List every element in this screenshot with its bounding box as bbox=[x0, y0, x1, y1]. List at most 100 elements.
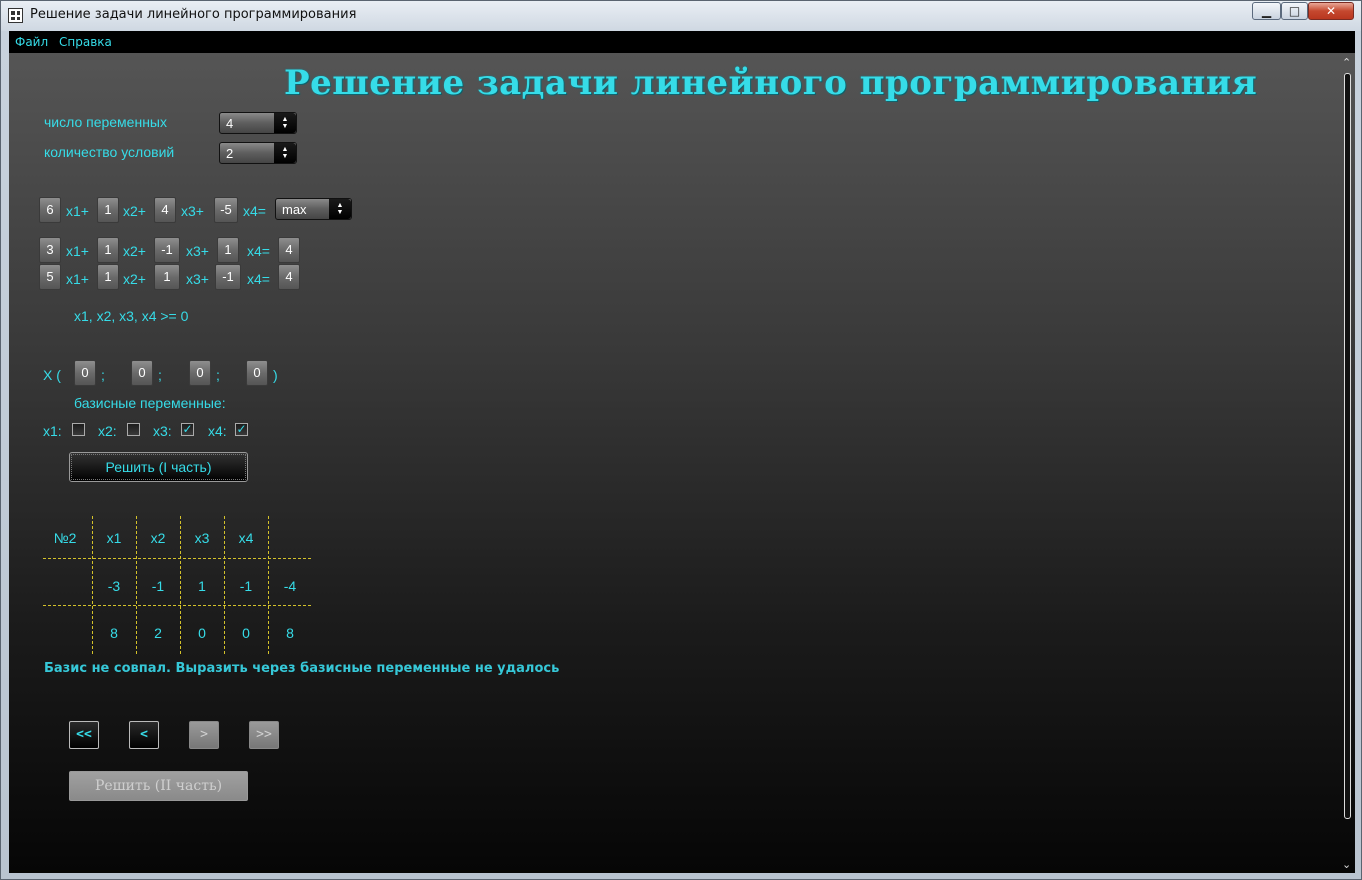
minimize-button[interactable]: ▁ bbox=[1252, 2, 1281, 20]
table-divider bbox=[92, 516, 93, 654]
constraint2-coef-4[interactable]: -1 bbox=[215, 264, 241, 290]
nav-next-button[interactable]: > bbox=[189, 721, 219, 749]
table-cell: 8 bbox=[110, 625, 118, 641]
table-divider bbox=[43, 605, 311, 606]
basis-label-x1: x1: bbox=[43, 423, 62, 439]
table-header: x1 bbox=[106, 530, 122, 546]
point-sep-1: ; bbox=[101, 367, 105, 383]
app-icon bbox=[8, 8, 23, 23]
table-cell: 2 bbox=[154, 625, 162, 641]
variables-value: 4 bbox=[226, 116, 234, 131]
table-divider bbox=[180, 516, 181, 654]
maximize-button[interactable]: □ bbox=[1281, 2, 1308, 20]
table-cell: 0 bbox=[198, 625, 206, 641]
constraint1-rhs[interactable]: 4 bbox=[278, 237, 300, 263]
main-panel: Решение задачи линейного программировани… bbox=[9, 53, 1355, 873]
menu-bar: Файл Справка bbox=[9, 31, 1355, 53]
constraint2-term-4: x4= bbox=[247, 271, 270, 287]
vertical-scrollbar[interactable]: ⌃ ⌄ bbox=[1339, 53, 1355, 873]
page-title: Решение задачи линейного программировани… bbox=[284, 63, 1258, 103]
spinner-arrows-icon[interactable]: ▲ ▼ bbox=[274, 113, 296, 133]
point-x3[interactable]: 0 bbox=[189, 360, 211, 386]
constraint2-term-1: x1+ bbox=[66, 271, 89, 287]
table-cell: -3 bbox=[107, 578, 121, 594]
basis-title: базисные переменные: bbox=[74, 395, 226, 411]
menu-help[interactable]: Справка bbox=[59, 35, 112, 49]
basis-checkbox-x1[interactable] bbox=[72, 423, 85, 436]
goal-select[interactable]: max ▲ ▼ bbox=[275, 198, 352, 220]
variables-label: число переменных bbox=[44, 114, 167, 130]
goal-value: max bbox=[282, 202, 307, 217]
basis-checkbox-x3[interactable]: ✓ bbox=[181, 423, 194, 436]
conditions-spinner[interactable]: 2 ▲ ▼ bbox=[219, 142, 297, 164]
nav-first-button[interactable]: << bbox=[69, 721, 99, 749]
scroll-up-icon[interactable]: ⌃ bbox=[1342, 56, 1351, 69]
conditions-label: количество условий bbox=[44, 144, 175, 160]
menu-file[interactable]: Файл bbox=[15, 35, 48, 49]
point-close: ) bbox=[273, 367, 278, 383]
table-divider bbox=[268, 516, 269, 654]
scroll-thumb[interactable] bbox=[1344, 73, 1351, 819]
objective-term-1: x1+ bbox=[66, 203, 89, 219]
app-window: Решение задачи линейного программировани… bbox=[0, 0, 1362, 880]
select-arrows-icon[interactable]: ▲ ▼ bbox=[329, 199, 351, 219]
title-bar: Решение задачи линейного программировани… bbox=[1, 1, 1361, 31]
spinner-arrows-icon[interactable]: ▲ ▼ bbox=[274, 143, 296, 163]
constraint1-term-1: x1+ bbox=[66, 243, 89, 259]
objective-coef-4[interactable]: -5 bbox=[214, 197, 238, 223]
table-cell: 0 bbox=[242, 625, 250, 641]
scroll-down-icon[interactable]: ⌄ bbox=[1342, 858, 1351, 871]
table-cell: -4 bbox=[283, 578, 297, 594]
constraint2-coef-1[interactable]: 5 bbox=[39, 264, 61, 290]
constraint2-term-2: x2+ bbox=[123, 271, 146, 287]
point-x2[interactable]: 0 bbox=[131, 360, 153, 386]
objective-coef-2[interactable]: 1 bbox=[97, 197, 119, 223]
objective-term-2: x2+ bbox=[123, 203, 146, 219]
variables-spinner[interactable]: 4 ▲ ▼ bbox=[219, 112, 297, 134]
nav-prev-button[interactable]: < bbox=[129, 721, 159, 749]
basis-checkbox-x2[interactable] bbox=[127, 423, 140, 436]
point-x1[interactable]: 0 bbox=[74, 360, 96, 386]
table-cell: 1 bbox=[198, 578, 206, 594]
table-cell: -1 bbox=[151, 578, 165, 594]
check-icon: ✓ bbox=[236, 422, 247, 436]
solve-part2-button[interactable]: Решить (II часть) bbox=[69, 771, 248, 801]
nav-last-button[interactable]: >> bbox=[249, 721, 279, 749]
point-open: X ( bbox=[43, 367, 61, 383]
table-divider bbox=[136, 516, 137, 654]
table-header: x2 bbox=[150, 530, 166, 546]
objective-coef-3[interactable]: 4 bbox=[154, 197, 176, 223]
basis-label-x4: x4: bbox=[208, 423, 227, 439]
table-cell: -1 bbox=[239, 578, 253, 594]
table-cell: 8 bbox=[286, 625, 294, 641]
point-sep-2: ; bbox=[158, 367, 162, 383]
table-divider bbox=[43, 558, 311, 559]
constraint2-coef-3[interactable]: 1 bbox=[154, 264, 180, 290]
window-title: Решение задачи линейного программировани… bbox=[30, 7, 357, 22]
table-corner: №2 bbox=[53, 530, 77, 546]
table-header: x4 bbox=[238, 530, 254, 546]
table-header: x3 bbox=[194, 530, 210, 546]
constraint2-rhs[interactable]: 4 bbox=[278, 264, 300, 290]
constraint1-coef-1[interactable]: 3 bbox=[39, 237, 61, 263]
constraint2-coef-2[interactable]: 1 bbox=[97, 264, 119, 290]
constraint1-coef-3[interactable]: -1 bbox=[154, 237, 180, 263]
basis-checkbox-x4[interactable]: ✓ bbox=[235, 423, 248, 436]
nonnegativity-text: x1, x2, x3, x4 >= 0 bbox=[74, 308, 189, 324]
constraint1-term-4: x4= bbox=[247, 243, 270, 259]
objective-term-4: x4= bbox=[243, 203, 266, 219]
status-message: Базис не совпал. Выразить через базисные… bbox=[44, 661, 560, 676]
close-button[interactable]: ✕ bbox=[1308, 2, 1354, 20]
solve-part1-button[interactable]: Решить (I часть) bbox=[69, 452, 248, 482]
point-x4[interactable]: 0 bbox=[246, 360, 268, 386]
basis-label-x3: x3: bbox=[153, 423, 172, 439]
check-icon: ✓ bbox=[182, 422, 193, 436]
constraint2-term-3: x3+ bbox=[186, 271, 209, 287]
objective-coef-1[interactable]: 6 bbox=[39, 197, 61, 223]
point-sep-3: ; bbox=[216, 367, 220, 383]
basis-label-x2: x2: bbox=[98, 423, 117, 439]
constraint1-coef-2[interactable]: 1 bbox=[97, 237, 119, 263]
table-divider bbox=[224, 516, 225, 654]
constraint1-coef-4[interactable]: 1 bbox=[217, 237, 239, 263]
constraint1-term-2: x2+ bbox=[123, 243, 146, 259]
